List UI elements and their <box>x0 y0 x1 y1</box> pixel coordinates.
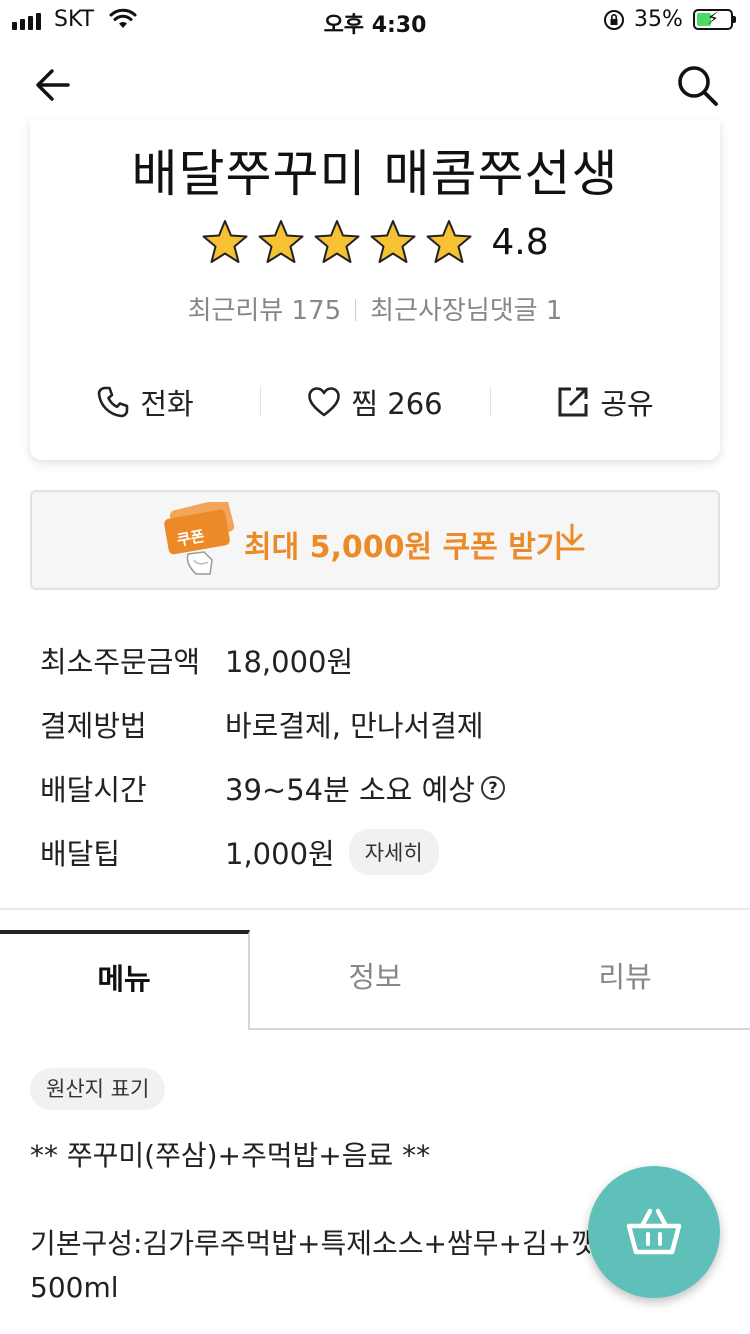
info-row-delivery-tip: 배달팁 1,000원 자세히 <box>40 820 720 884</box>
recent-reviews-link[interactable]: 최근리뷰 175 <box>188 296 342 326</box>
star-icon <box>202 220 248 263</box>
share-button[interactable]: 공유 <box>490 374 720 430</box>
menu-notice-description: 기본구성:김가루주먹밥+특제소스+쌈무+김+깻 <box>30 1227 590 1260</box>
origin-label-button[interactable]: 원산지 표기 <box>30 1068 166 1110</box>
payment-label: 결제방법 <box>40 709 147 743</box>
status-bar: SKT 오후 4:30 35% ⚡ <box>0 0 750 40</box>
delivery-tip-value: 1,000원 <box>225 837 335 871</box>
share-label: 공유 <box>600 387 654 421</box>
rotation-lock-icon <box>604 10 624 30</box>
favorite-button[interactable]: 찜 266 <box>260 374 490 430</box>
download-arrow-icon <box>559 523 585 551</box>
battery-icon: ⚡ <box>693 9 736 30</box>
store-name: 배달쭈꾸미 매콤쭈선생 <box>131 145 619 203</box>
star-icon <box>258 220 304 263</box>
delivery-tip-label: 배달팁 <box>40 837 121 871</box>
coupon-ticket-icon: 쿠폰 <box>164 502 235 575</box>
info-row-payment: 결제방법 바로결제, 만나서결제 <box>40 692 720 756</box>
search-icon[interactable] <box>674 62 722 110</box>
rating-row: 4.8 <box>30 218 720 266</box>
question-icon[interactable]: ? <box>480 776 505 800</box>
action-row: 전화 찜 266 공유 <box>30 374 720 430</box>
section-divider <box>0 908 750 910</box>
star-icon <box>426 220 472 263</box>
top-nav <box>0 40 750 128</box>
min-order-label: 최소주문금액 <box>40 645 201 679</box>
favorite-label: 찜 266 <box>351 387 443 421</box>
star-icon <box>314 220 360 263</box>
divider <box>355 299 357 321</box>
phone-icon <box>98 386 129 418</box>
review-summary: 최근리뷰 175 최근사장님댓글 1 <box>30 290 720 327</box>
heart-icon <box>308 387 341 417</box>
tab-menu[interactable]: 메뉴 <box>0 930 250 1030</box>
basket-icon <box>626 1208 682 1255</box>
tab-review[interactable]: 리뷰 <box>500 930 750 1030</box>
star-icon <box>370 220 416 263</box>
battery-percent: 35% <box>634 7 683 32</box>
tab-bar: 메뉴 정보 리뷰 <box>0 930 750 1030</box>
store-card: 배달쭈꾸미 매콤쭈선생 4.8 최근리뷰 175 최근사장님댓글 1 전화 찜 2… <box>30 120 720 460</box>
call-label: 전화 <box>140 387 194 421</box>
cart-button[interactable] <box>588 1166 720 1298</box>
menu-notice-title: ** 쭈꾸미(쭈삼)+주먹밥+음료 ** <box>30 1139 431 1172</box>
call-button[interactable]: 전화 <box>30 374 260 430</box>
rating-score: 4.8 <box>491 221 549 263</box>
store-info: 최소주문금액 18,000원 결제방법 바로결제, 만나서결제 배달시간 39~… <box>40 628 720 884</box>
min-order-value: 18,000원 <box>225 645 354 679</box>
payment-value: 바로결제, 만나서결제 <box>225 709 484 743</box>
delivery-tip-detail-button[interactable]: 자세히 <box>348 829 439 875</box>
share-icon <box>558 387 588 417</box>
coupon-label: 최대 5,000원 쿠폰 받기 <box>244 530 564 565</box>
info-row-delivery-time: 배달시간 39~54분 소요 예상 ? <box>40 756 720 820</box>
menu-notice-description-2: 500ml <box>30 1271 119 1304</box>
arrow-left-icon[interactable] <box>30 62 76 108</box>
info-row-min-order: 최소주문금액 18,000원 <box>40 628 720 692</box>
delivery-time-label: 배달시간 <box>40 773 147 807</box>
tab-info[interactable]: 정보 <box>250 930 500 1030</box>
owner-comments-link[interactable]: 최근사장님댓글 1 <box>370 296 562 326</box>
delivery-time-value: 39~54분 소요 예상 <box>225 773 475 807</box>
coupon-banner[interactable]: 쿠폰 최대 5,000원 쿠폰 받기 <box>30 490 720 590</box>
